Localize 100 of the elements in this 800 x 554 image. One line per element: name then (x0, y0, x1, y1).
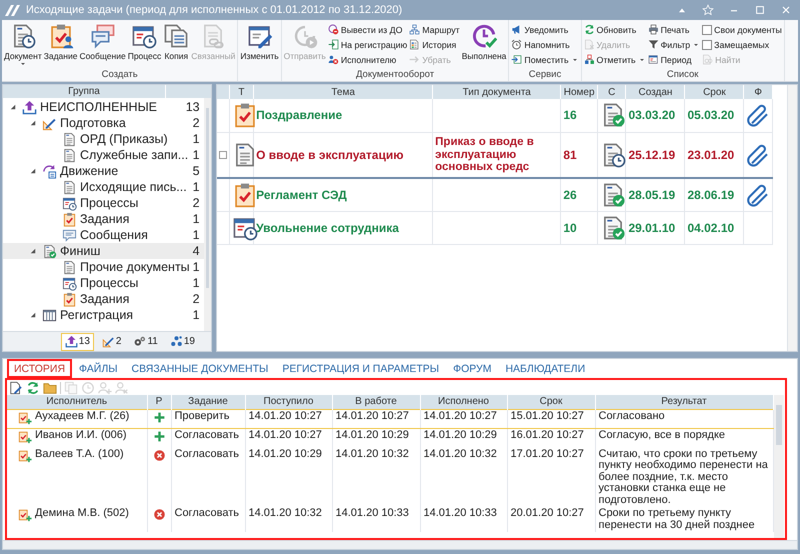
ribbon-button[interactable]: Вывести из ДО (326, 22, 408, 37)
edit-document-icon[interactable] (9, 380, 23, 394)
ribbon-button[interactable]: Обновить (582, 22, 647, 37)
table-row[interactable]: Демина М.В. (502) Согласовать 14.01.20 10:32 14.01.20 10:33 14.01.20 10:33 20.01.20 10:27 Сроки по третьему пункту перенести на 30 дней позднее (7, 507, 773, 532)
checkbox-label[interactable]: Замещаемых (714, 40, 770, 50)
register-book-icon (42, 308, 57, 322)
tab[interactable]: РЕГИСТРАЦИЯ И ПАРАМЕТРЫ (275, 359, 446, 378)
column-header[interactable]: Поступило (245, 395, 332, 409)
table-row[interactable]: О вводе в эксплуатацию Приказ о вводе в эксплуатацию основных средс 81 25.12.19 23.01.20 (217, 132, 772, 178)
tab[interactable]: ИСТОРИЯ (7, 359, 72, 378)
star-icon[interactable] (702, 4, 714, 16)
tree-item[interactable]: Процессы 2 (3, 195, 204, 211)
tree-item[interactable]: Задания 1 (3, 211, 204, 227)
tree-item[interactable]: Подготовка 2 (3, 115, 204, 131)
scrollbar[interactable] (787, 85, 797, 351)
scrollbar[interactable] (3, 540, 797, 549)
scroll-thumb[interactable] (776, 405, 782, 445)
ribbon-button[interactable]: Выполнена (460, 22, 508, 62)
maximize-icon[interactable] (754, 4, 766, 16)
item-count: 1 (192, 212, 201, 226)
table-cell: 28.06.19 (684, 178, 744, 211)
tree-item[interactable]: Движение 5 (3, 163, 204, 179)
checkbox-label[interactable]: Свои документы (714, 24, 782, 34)
row-checkbox[interactable] (218, 150, 227, 159)
column-header[interactable]: Исполнитель (7, 395, 147, 409)
column-header[interactable]: Срок (507, 395, 595, 409)
table-row[interactable]: Иванов И.И. (006) Согласовать 14.01.20 10:27 14.01.20 10:29 14.01.20 10:29 16.01.20 10:27 Согласую, все в порядке (7, 428, 773, 448)
group-tab[interactable]: 19 (166, 332, 199, 350)
tab[interactable]: ФАЙЛЫ (72, 359, 125, 378)
ribbon-button[interactable]: История (408, 37, 461, 52)
column-header[interactable]: Номер (560, 85, 598, 99)
table-row[interactable]: Увольнение сотрудника 10 29.01.10 04.02.10 (217, 211, 772, 244)
tree-item[interactable]: Служебные запи... 1 (3, 147, 204, 163)
group-tab[interactable]: 13 (60, 332, 94, 350)
ribbon-button[interactable]: Уведомить (510, 22, 580, 37)
ribbon-button[interactable]: Сообщение (78, 22, 127, 62)
tree-item[interactable]: Прочие документы 1 (3, 259, 204, 275)
ribbon-button[interactable]: Фильтр (646, 37, 702, 52)
close-icon[interactable] (780, 4, 792, 16)
column-header[interactable]: Создан (626, 85, 685, 99)
column-header[interactable]: Ф (744, 85, 772, 99)
table-cell: Согласовать (171, 448, 245, 507)
table-cell: 14.01.20 10:27 (245, 428, 332, 448)
tree-item[interactable]: Финиш 4 (3, 243, 204, 259)
item-count: 2 (192, 292, 201, 306)
tree-item[interactable]: Регистрация 1 (3, 307, 204, 323)
scrollbar[interactable] (774, 395, 784, 538)
ribbon-button[interactable]: Исполнителю (326, 52, 408, 67)
column-header[interactable]: Задание (171, 395, 245, 409)
ribbon-button[interactable]: На регистрацию (326, 37, 408, 52)
ribbon-button[interactable]: Напомнить (510, 37, 580, 52)
checkbox[interactable] (702, 40, 712, 50)
clipboard-plus-icon (18, 508, 32, 522)
ribbon-button[interactable]: Задание (42, 22, 78, 62)
scroll-thumb[interactable] (206, 108, 209, 288)
scrollbar[interactable] (204, 98, 211, 331)
column-header[interactable]: Исполнено (420, 395, 507, 409)
column-header[interactable]: Т (229, 85, 254, 99)
column-header[interactable]: Результат (595, 395, 773, 409)
group-tab[interactable]: 11 (129, 332, 162, 350)
ribbon-button[interactable]: Период (646, 52, 702, 67)
tab[interactable]: СВЯЗАННЫЕ ДОКУМЕНТЫ (124, 359, 276, 378)
table-row[interactable]: Аухадеев М.Г. (26) Проверить 14.01.20 10:27 14.01.20 10:27 14.01.20 10:27 15.01.20 10:27 Согласовано (7, 409, 773, 428)
column-header[interactable]: С (597, 85, 626, 99)
table-cell: 23.01.20 (684, 132, 744, 178)
column-header[interactable]: Тема (254, 85, 433, 99)
table-cell: 14.01.20 10:29 (332, 428, 420, 448)
item-count: 1 (192, 260, 201, 274)
checkbox[interactable] (702, 24, 712, 34)
table-cell: 16 (560, 99, 598, 132)
ribbon-button[interactable]: Маршрут (408, 22, 461, 37)
ribbon-button[interactable]: Печать (646, 22, 702, 37)
tree-item[interactable]: Процессы 1 (3, 275, 204, 291)
clipboard-plus-icon (18, 430, 32, 444)
table-row[interactable]: Поздравление 16 03.03.20 05.03.20 (217, 99, 772, 132)
ribbon-button[interactable]: Процесс (126, 22, 162, 62)
column-header[interactable]: Р (147, 395, 171, 409)
ribbon-button[interactable]: Отметить (582, 52, 647, 67)
table-cell: 17.01.20 10:27 (507, 448, 595, 507)
tree-item[interactable]: ОРД (Приказы) 1 (3, 131, 204, 147)
tree-item[interactable]: Исходящие пись... 1 (3, 179, 204, 195)
ribbon-button[interactable]: Копия (162, 22, 190, 62)
column-header[interactable]: Тип документа (432, 85, 561, 99)
tree-item[interactable]: НЕИСПОЛНЕННЫЕ 13 (3, 99, 204, 115)
ribbon-button[interactable]: Документ (3, 22, 43, 69)
tree-item-label: Задания (80, 292, 130, 306)
column-header[interactable]: Срок (684, 85, 744, 99)
refresh-icon[interactable] (26, 380, 40, 394)
table-cell: 25.12.19 (626, 132, 685, 178)
table-cell: 14.01.20 10:32 (245, 507, 332, 532)
group-tab[interactable]: 2 (98, 332, 126, 350)
ribbon-button[interactable]: Поместить (510, 52, 580, 67)
tree-item[interactable]: Сообщения 1 (3, 227, 204, 243)
tab[interactable]: НАБЛЮДАТЕЛИ (498, 359, 592, 378)
ribbon-button[interactable]: Изменить (239, 22, 280, 62)
tree-item[interactable]: Задания 2 (3, 291, 204, 307)
tab[interactable]: ФОРУМ (446, 359, 498, 378)
group-label: Документооборот (356, 69, 434, 80)
table-row[interactable]: Регламент СЭД 26 28.05.19 28.06.19 (217, 178, 772, 211)
column-header[interactable]: В работе (332, 395, 420, 409)
